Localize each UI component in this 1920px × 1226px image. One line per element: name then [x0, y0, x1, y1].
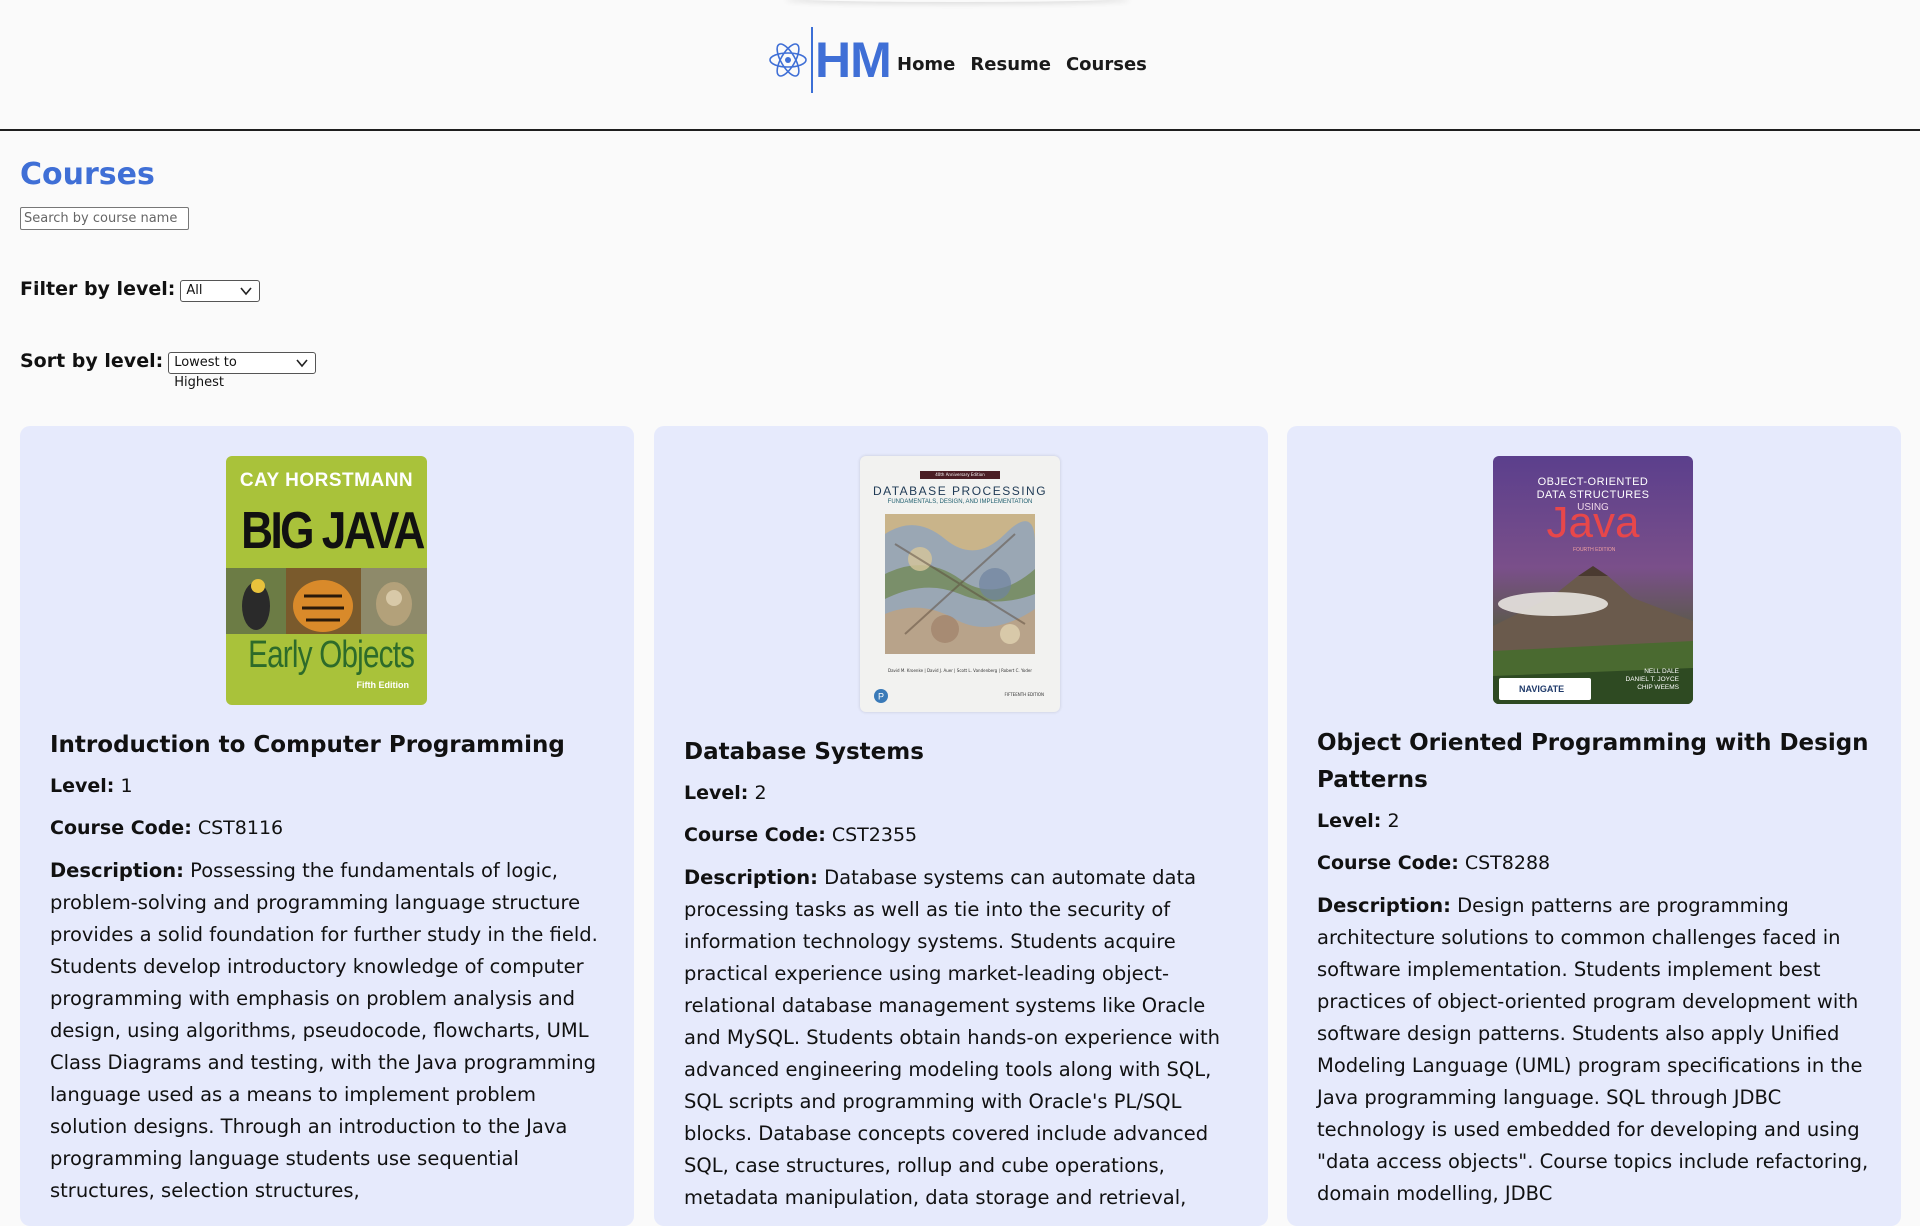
course-description: Description: Possessing the fundamentals…: [50, 855, 604, 1207]
level-value: 2: [754, 782, 767, 804]
header-shadow: [785, 0, 1130, 2]
course-code-value: CST8288: [1464, 852, 1551, 874]
course-level: Level: 1: [50, 771, 604, 801]
course-description: Description: Database systems can automa…: [684, 862, 1238, 1214]
course-code: Course Code: CST8288: [1317, 848, 1871, 878]
course-card[interactable]: CAY HORSTMANN BIG JAVA Early Objects Fif…: [20, 426, 634, 1226]
cover-edition: FOURTH EDITION: [1573, 547, 1616, 553]
cover-title: DATABASE PROCESSING: [872, 484, 1048, 498]
description-label: Description:: [50, 859, 184, 882]
course-title: Database Systems: [684, 739, 924, 765]
cover-author: CAY HORSTMANN: [239, 470, 414, 491]
brand-divider: [811, 27, 813, 93]
course-title: Object Oriented Programming with Design …: [1317, 730, 1869, 793]
course-description: Description: Design patterns are program…: [1317, 890, 1871, 1210]
nav-resume-link[interactable]: Resume: [970, 52, 1051, 78]
cover-subtitle: FUNDAMENTALS, DESIGN, AND IMPLEMENTATION: [887, 499, 1033, 505]
course-level: Level: 2: [1317, 806, 1871, 836]
cover-line-1: OBJECT-ORIENTED: [1537, 476, 1649, 488]
nav-home-link[interactable]: Home: [897, 52, 955, 78]
course-card-body: Introduction to Computer Programming Lev…: [50, 727, 604, 1207]
course-cover-image: 40th Anniversary Edition DATABASE PROCES…: [860, 456, 1060, 712]
course-cover-image: CAY HORSTMANN BIG JAVA Early Objects Fif…: [226, 456, 427, 705]
sort-label: Sort by level:: [20, 350, 164, 372]
svg-text:P: P: [878, 692, 884, 702]
cover-edition: Fifth Edition: [356, 680, 409, 690]
filter-label: Filter by level:: [20, 278, 176, 300]
course-code-value: CST8116: [197, 817, 284, 839]
page-title: Courses: [20, 157, 155, 192]
level-label: Level:: [684, 782, 749, 804]
cover-subtitle: Early Objects: [248, 634, 415, 676]
level-filter-select[interactable]: All: [180, 280, 261, 302]
main-nav: Home Resume Courses: [897, 52, 1147, 78]
level-value: 2: [1387, 810, 1400, 832]
course-code-value: CST2355: [831, 824, 918, 846]
cover-authors: NELL DALE DANIEL T. JOYCE CHIP WEEMS: [1625, 668, 1679, 691]
course-title: Introduction to Computer Programming: [50, 732, 565, 758]
course-card[interactable]: OBJECT-ORIENTED DATA STRUCTURES USING Ja…: [1287, 426, 1901, 1226]
course-level: Level: 2: [684, 778, 1238, 808]
level-filter-value: All: [186, 283, 203, 298]
course-code-label: Course Code:: [684, 824, 826, 846]
cover-title: BIG JAVA: [241, 502, 425, 560]
course-cover-image: OBJECT-ORIENTED DATA STRUCTURES USING Ja…: [1493, 456, 1693, 704]
level-sort-value: Lowest to Highest: [174, 355, 237, 390]
cover-abstract-art: [885, 514, 1035, 654]
cover-animals-image: [226, 568, 427, 634]
publisher-logo-icon: P: [874, 689, 888, 703]
course-code: Course Code: CST8116: [50, 813, 604, 843]
course-card[interactable]: 40th Anniversary Edition DATABASE PROCES…: [654, 426, 1268, 1226]
course-code-label: Course Code:: [1317, 852, 1459, 874]
course-code: Course Code: CST2355: [684, 820, 1238, 850]
level-sort-select[interactable]: Lowest to Highest: [168, 352, 317, 390]
site-header: HM Home Resume Courses: [0, 0, 1920, 131]
search-input[interactable]: [20, 207, 189, 230]
brand-name[interactable]: HM: [815, 32, 892, 88]
description-label: Description:: [1317, 894, 1451, 917]
chevron-down-icon: [240, 287, 252, 296]
cover-edition: FIFTEENTH EDITION: [1004, 692, 1044, 697]
cover-banner: 40th Anniversary Edition: [935, 472, 985, 477]
level-value: 1: [120, 775, 133, 797]
sort-row: Sort by level: Lowest to Highest: [20, 348, 317, 390]
level-label: Level:: [1317, 810, 1382, 832]
course-card-body: Database Systems Level: 2 Course Code: C…: [684, 734, 1238, 1214]
course-code-label: Course Code:: [50, 817, 192, 839]
description-label: Description:: [684, 866, 818, 889]
description-text: Possessing the fundamentals of logic, pr…: [50, 859, 598, 1202]
course-card-body: Object Oriented Programming with Design …: [1317, 725, 1871, 1210]
nav-courses-link[interactable]: Courses: [1066, 52, 1147, 78]
cover-title: Java: [1546, 498, 1640, 547]
level-label: Level:: [50, 775, 115, 797]
cover-authors: David M. Kroenke | David J. Auer | Scott…: [888, 668, 1032, 673]
cover-badge: NAVIGATE: [1519, 684, 1565, 694]
filter-row: Filter by level: All: [20, 276, 261, 302]
chevron-down-icon: [296, 359, 308, 368]
atom-logo-icon[interactable]: [766, 38, 810, 82]
description-text: Database systems can automate data proce…: [684, 866, 1220, 1209]
description-text: Design patterns are programming architec…: [1317, 894, 1869, 1205]
